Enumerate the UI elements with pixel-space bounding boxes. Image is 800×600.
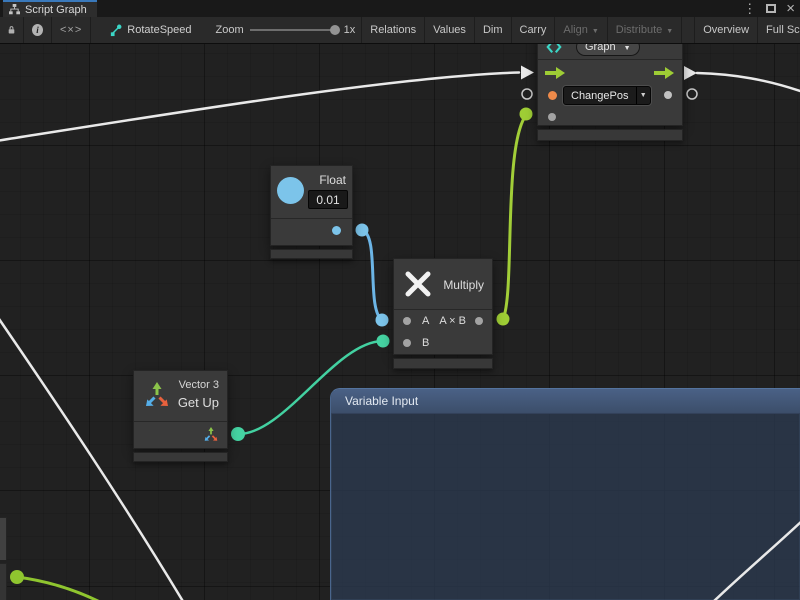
full-screen-button[interactable]: Full Screen [758, 17, 800, 43]
dim-button[interactable]: Dim [475, 17, 512, 43]
multiply-icon [404, 270, 432, 298]
offscreen-node-footer-fragment[interactable] [0, 563, 7, 600]
info-button[interactable]: i [24, 17, 52, 43]
overview-button[interactable]: Overview [694, 17, 758, 43]
lock-button[interactable] [0, 17, 24, 43]
multiply-port-result[interactable] [475, 317, 483, 325]
multiply-node-title: Multiply [443, 278, 484, 292]
maximize-icon[interactable] [766, 4, 776, 13]
script-graph-window: Variable Input [0, 0, 800, 600]
changepos-dropdown-value: ChangePos [564, 90, 636, 102]
multiply-node-footer [393, 358, 493, 369]
float-node-footer [270, 249, 353, 259]
caret-down-icon: ▼ [666, 28, 673, 35]
vector3-node-subtitle: Get Up [178, 395, 219, 410]
carry-button[interactable]: Carry [512, 17, 556, 43]
vector3-node[interactable]: Vector 3 Get Up [133, 370, 228, 449]
zoom-slider-handle[interactable] [330, 25, 340, 35]
changepos-dropdown[interactable]: ChangePos ▼ [563, 86, 651, 105]
offscreen-node-fragment[interactable] [0, 517, 7, 560]
info-icon: i [32, 24, 43, 36]
graph-flow-in-arrow-icon[interactable] [545, 67, 565, 79]
script-graph-icon [9, 4, 20, 15]
close-icon[interactable]: × [786, 0, 795, 17]
variable-input-panel[interactable]: Variable Input [330, 388, 800, 600]
variable-input-panel-header[interactable]: Variable Input [331, 389, 800, 414]
graph-unit-node-footer [537, 129, 683, 141]
graph-toolbar: i <×> RotateSpeed Zoom 1x Relations Valu… [0, 17, 800, 44]
relations-button[interactable]: Relations [361, 17, 425, 43]
lock-icon [8, 24, 15, 36]
graph-asset-icon [109, 24, 122, 37]
float-node-title: Float [319, 173, 346, 187]
zoom-label: Zoom [216, 24, 244, 36]
multiply-port-result-label: A × B [439, 315, 466, 327]
caret-down-icon: ▼ [592, 28, 599, 35]
zoom-control: Zoom 1x [210, 17, 362, 43]
code-preview-button[interactable]: <×> [52, 17, 91, 43]
graph-right-value-port[interactable] [664, 91, 672, 99]
vector3-icon [143, 382, 171, 410]
vector3-node-footer [133, 452, 228, 462]
multiply-port-b[interactable] [403, 339, 411, 347]
graph-breadcrumb[interactable]: RotateSpeed [103, 17, 197, 43]
graph-flow-out-arrow-icon[interactable] [654, 67, 674, 79]
float-value: 0.01 [316, 193, 339, 207]
kebab-menu-icon[interactable]: ⋮ [743, 0, 756, 17]
multiply-node[interactable]: Multiply A A × B B [393, 258, 493, 355]
float-value-input[interactable]: 0.01 [308, 190, 348, 209]
code-icon: <×> [60, 24, 82, 36]
multiply-port-a[interactable] [403, 317, 411, 325]
distribute-button[interactable]: Distribute ▼ [608, 17, 682, 43]
variable-input-panel-title: Variable Input [345, 394, 418, 408]
zoom-slider[interactable] [250, 29, 338, 31]
vector3-node-title: Vector 3 [179, 379, 219, 391]
tab-title: Script Graph [25, 4, 87, 16]
multiply-port-a-label: A [422, 315, 429, 327]
graph-breadcrumb-label: RotateSpeed [127, 24, 191, 36]
float-node[interactable]: Float 0.01 [270, 165, 353, 246]
caret-down-icon: ▼ [624, 45, 631, 52]
values-button[interactable]: Values [425, 17, 475, 43]
title-bar: Script Graph [0, 0, 800, 17]
graph-gray-port[interactable] [548, 113, 556, 121]
graph-orange-port[interactable] [548, 91, 557, 100]
caret-down-icon: ▼ [636, 87, 651, 104]
vector3-output-port[interactable] [203, 427, 219, 443]
zoom-value: 1x [344, 24, 356, 36]
float-output-port[interactable] [332, 226, 341, 235]
align-button[interactable]: Align ▼ [555, 17, 607, 43]
graph-unit-node[interactable]: Graph ▼ ChangePos ▼ [537, 30, 683, 126]
tab-script-graph[interactable]: Script Graph [3, 0, 97, 17]
multiply-port-b-label: B [422, 337, 429, 349]
float-icon [277, 177, 304, 204]
